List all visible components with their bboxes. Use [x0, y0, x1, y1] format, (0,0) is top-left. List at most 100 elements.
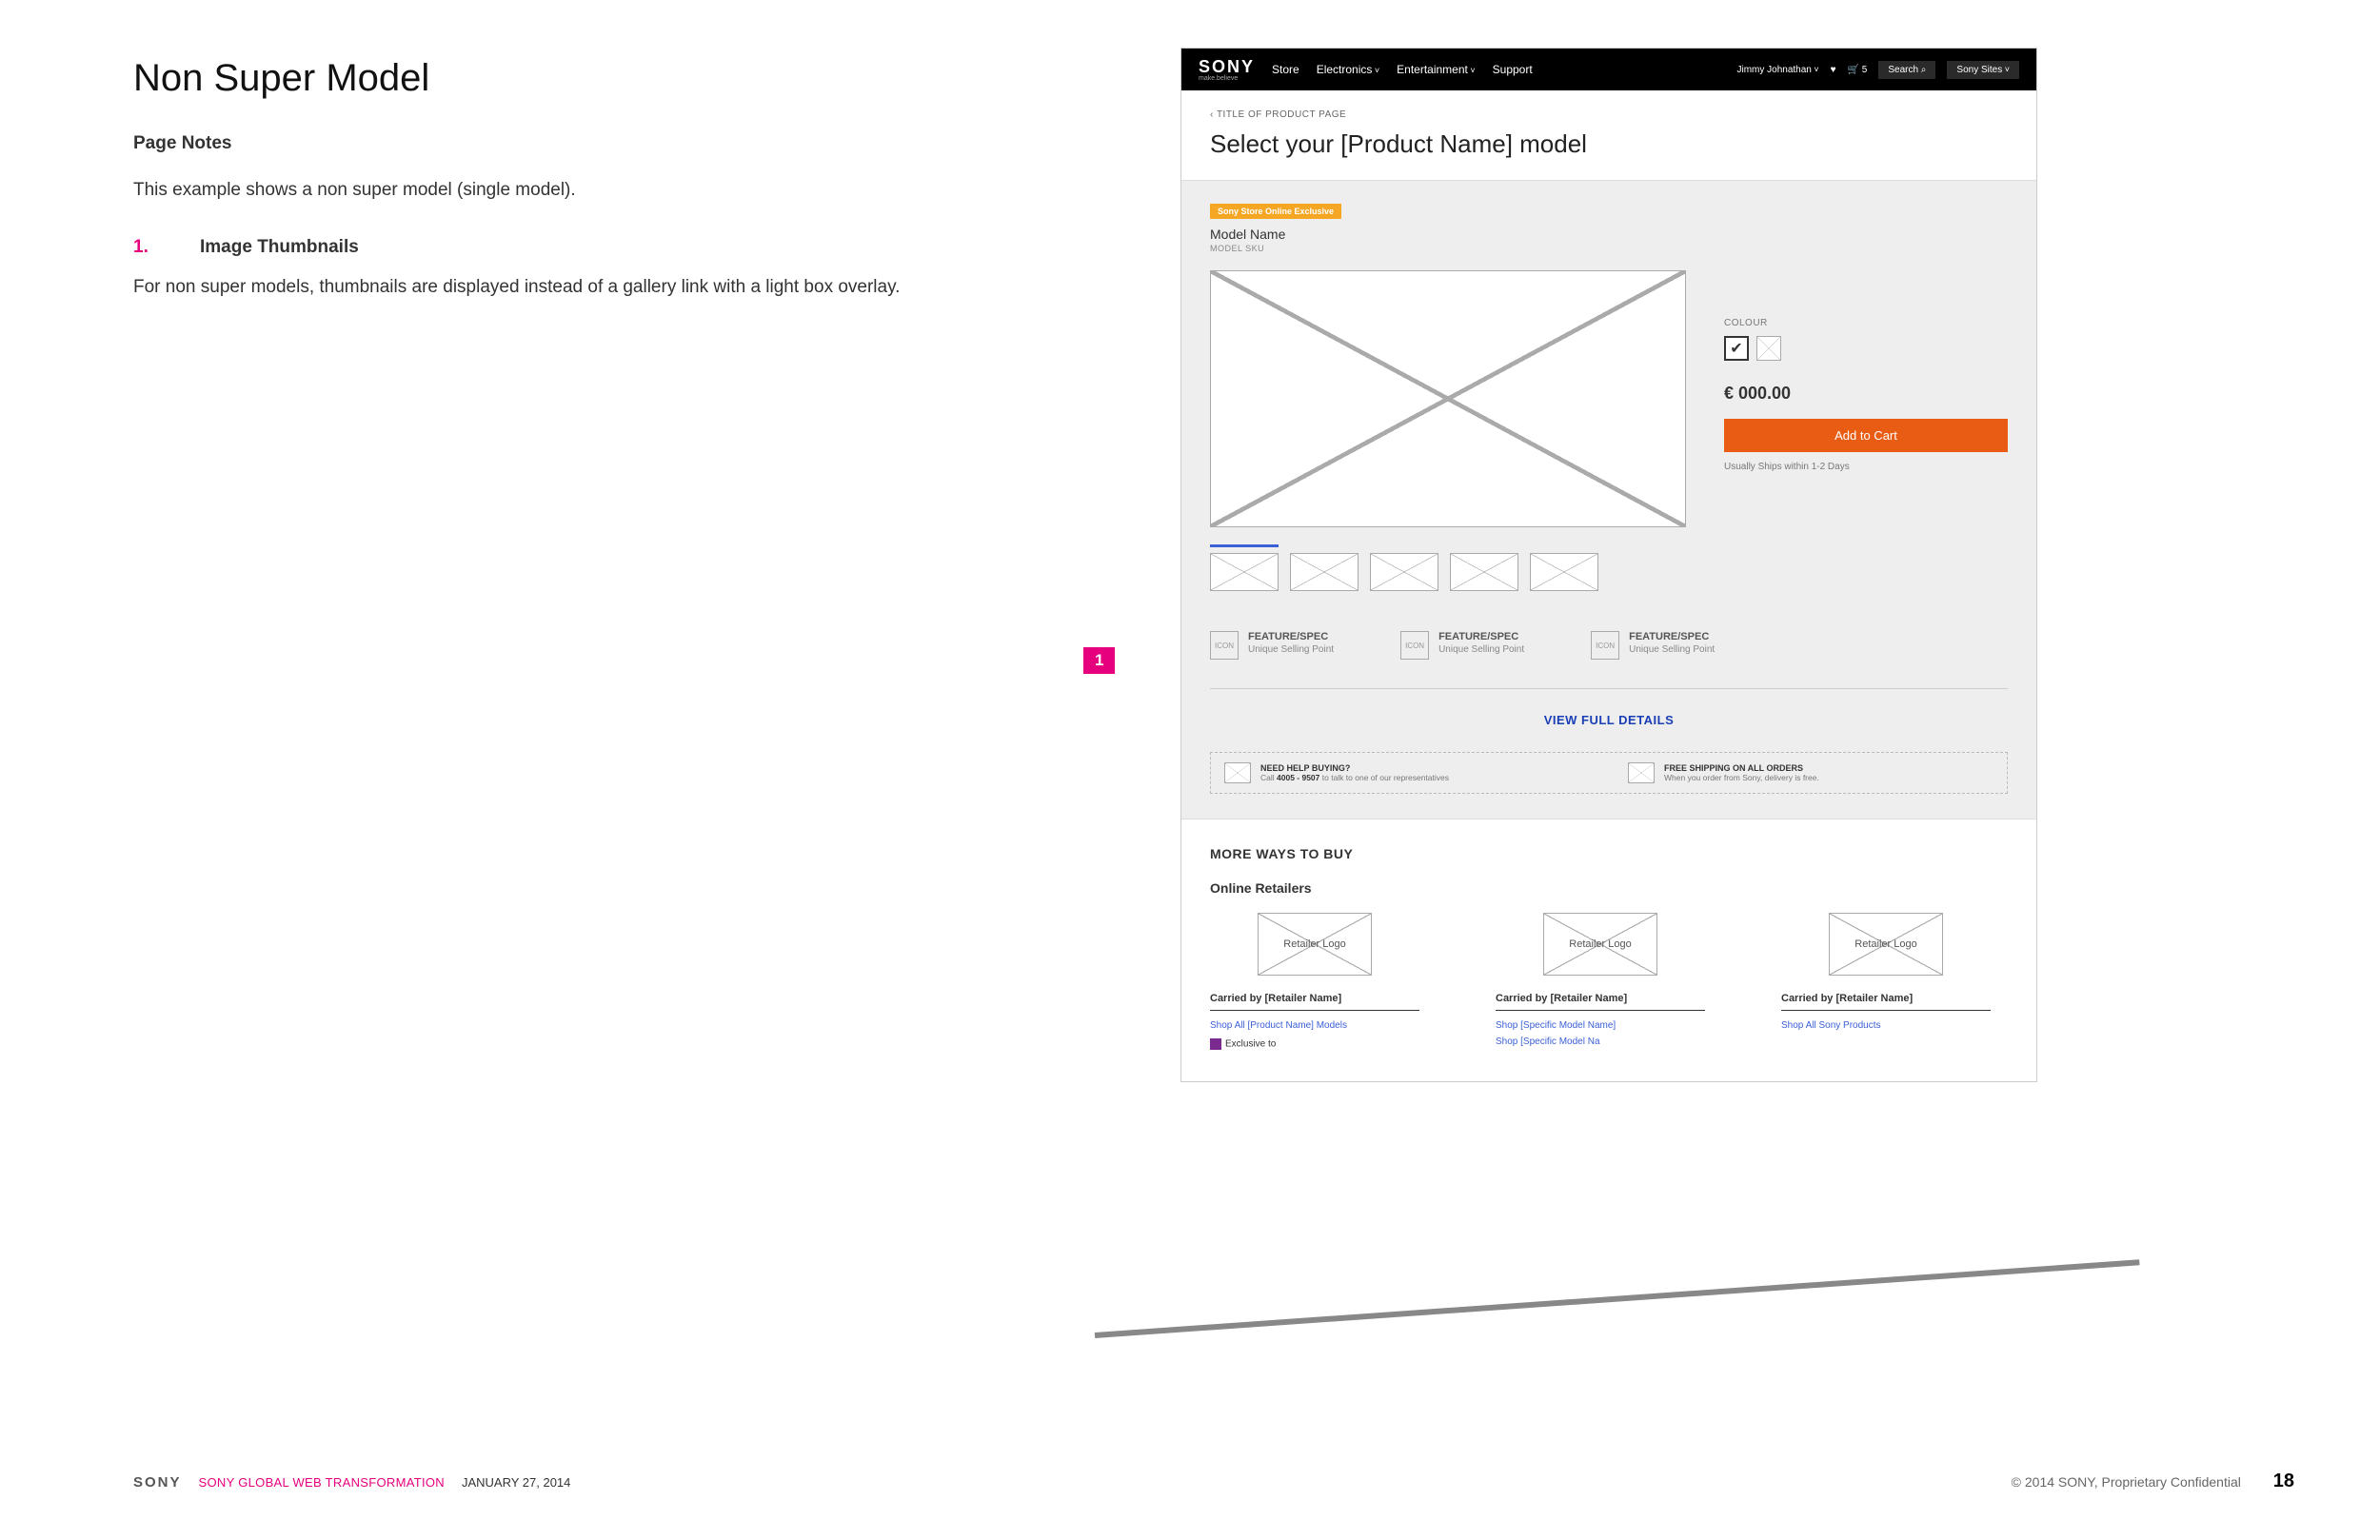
footer-right: © 2014 SONY, Proprietary Confidential 18	[2012, 1471, 2294, 1492]
note-body: For non super models, thumbnails are dis…	[133, 275, 914, 301]
notes-intro: This example shows a non super model (si…	[133, 178, 914, 204]
cart-link[interactable]: 🛒 5	[1848, 65, 1868, 75]
callout-1-badge: 1	[1083, 647, 1115, 674]
thumbnail-row	[1210, 544, 1686, 591]
site-header: SONY make.believe Store Electronics Ente…	[1181, 49, 2036, 90]
more-ways-title: MORE WAYS TO BUY	[1210, 846, 2008, 861]
notes-subtitle: Page Notes	[133, 133, 914, 154]
colour-swatches: ✔	[1724, 336, 2008, 361]
spec-title: FEATURE/SPEC	[1438, 631, 1524, 642]
view-full-details-row: VIEW FULL DETAILS	[1210, 689, 2008, 752]
nav-electronics[interactable]: Electronics	[1317, 63, 1379, 76]
gallery-column	[1210, 270, 1686, 591]
user-menu[interactable]: Jimmy Johnathan	[1736, 65, 1818, 75]
search-button[interactable]: Search	[1878, 61, 1935, 79]
footer-copyright: © 2014 SONY, Proprietary Confidential	[2012, 1474, 2241, 1490]
thumbnail-image-icon	[1530, 553, 1598, 591]
online-retailers-heading: Online Retailers	[1210, 880, 2008, 896]
check-icon: ✔	[1730, 339, 1742, 358]
footer-left: SONY SONY GLOBAL WEB TRANSFORMATION JANU…	[133, 1474, 570, 1491]
shop-all-sony-link[interactable]: Shop All Sony Products	[1781, 1020, 1991, 1031]
product-row: COLOUR ✔ € 000.00 Add to Cart Usually Sh…	[1210, 270, 2008, 591]
view-full-details-link[interactable]: VIEW FULL DETAILS	[1544, 713, 1675, 727]
feature-spec-3: ICON FEATURE/SPEC Unique Selling Point	[1591, 631, 1715, 660]
nav-store[interactable]: Store	[1272, 63, 1299, 76]
buy-column: COLOUR ✔ € 000.00 Add to Cart Usually Sh…	[1724, 270, 2008, 591]
help-shipping-sub: When you order from Sony, delivery is fr…	[1664, 773, 1819, 782]
thumbnail-image-icon	[1290, 553, 1359, 591]
more-ways-section: MORE WAYS TO BUY Online Retailers Retail…	[1181, 819, 2036, 1081]
header-utilities: Jimmy Johnathan ♥ 🛒 5 Search Sony Sites	[1736, 61, 2019, 79]
colour-label: COLOUR	[1724, 318, 2008, 328]
thumbnail-image-icon	[1370, 553, 1438, 591]
thumbnail-image-icon	[1210, 553, 1279, 591]
shop-specific-model-link[interactable]: Shop [Specific Model Name]	[1496, 1020, 1705, 1031]
retailer-logo-placeholder: Retailer Logo	[1258, 913, 1372, 976]
thumbnail-5[interactable]	[1530, 544, 1598, 591]
sony-logo: SONY	[1199, 58, 1255, 75]
shipping-placeholder-icon	[1628, 762, 1655, 783]
feature-specs-row: ICON FEATURE/SPEC Unique Selling Point I…	[1210, 631, 2008, 689]
add-to-cart-button[interactable]: Add to Cart	[1724, 419, 2008, 452]
note-label: Image Thumbnails	[200, 237, 359, 258]
colour-swatch[interactable]	[1756, 336, 1781, 361]
retailer-card-3: Retailer Logo Carried by [Retailer Name]…	[1781, 913, 1991, 1053]
note-number: 1.	[133, 237, 200, 258]
thumbnail-2[interactable]	[1290, 544, 1359, 591]
help-item-shipping: FREE SHIPPING ON ALL ORDERS When you ord…	[1628, 762, 1993, 783]
sony-sites-menu[interactable]: Sony Sites	[1947, 61, 2019, 79]
carried-by-label: Carried by [Retailer Name]	[1496, 993, 1705, 1011]
sony-tagline: make.believe	[1199, 75, 1255, 82]
footer-date: JANUARY 27, 2014	[462, 1475, 570, 1490]
logo-block[interactable]: SONY make.believe	[1199, 58, 1255, 82]
spec-icon: ICON	[1591, 631, 1619, 660]
thumbnail-4[interactable]	[1450, 544, 1518, 591]
model-name: Model Name	[1210, 227, 2008, 242]
nav-support[interactable]: Support	[1493, 63, 1533, 76]
shipping-note: Usually Ships within 1-2 Days	[1724, 462, 2008, 472]
exclusive-badge: Sony Store Online Exclusive	[1210, 204, 1341, 219]
notes-title: Non Super Model	[133, 57, 914, 100]
page-tear-line	[1095, 1259, 2140, 1338]
feature-spec-1: ICON FEATURE/SPEC Unique Selling Point	[1210, 631, 1334, 660]
carried-by-label: Carried by [Retailer Name]	[1781, 993, 1991, 1011]
retailer-logo-placeholder: Retailer Logo	[1543, 913, 1657, 976]
wireframe-mockup: SONY make.believe Store Electronics Ente…	[1180, 48, 2037, 1082]
note-item-header: 1. Image Thumbnails	[133, 237, 914, 258]
spec-title: FEATURE/SPEC	[1629, 631, 1715, 642]
page-notes-panel: Non Super Model Page Notes This example …	[133, 57, 914, 300]
shop-specific-model-link-2[interactable]: Shop [Specific Model Na	[1496, 1037, 1705, 1047]
page-title: Select your [Product Name] model	[1210, 129, 2008, 159]
page-header-region: TITLE OF PRODUCT PAGE Select your [Produ…	[1181, 90, 2036, 180]
wishlist-icon[interactable]: ♥	[1831, 65, 1836, 75]
breadcrumb[interactable]: TITLE OF PRODUCT PAGE	[1210, 109, 2008, 120]
help-shipping-title: FREE SHIPPING ON ALL ORDERS	[1664, 763, 1819, 773]
exclusive-to-label: Exclusive to	[1210, 1038, 1419, 1050]
spec-subtitle: Unique Selling Point	[1248, 644, 1334, 655]
document-footer: SONY SONY GLOBAL WEB TRANSFORMATION JANU…	[133, 1471, 2294, 1492]
price: € 000.00	[1724, 384, 2008, 404]
retailer-card-1: Retailer Logo Carried by [Retailer Name]…	[1210, 913, 1419, 1053]
help-item-phone: NEED HELP BUYING? Call 4005 - 9507 to ta…	[1224, 762, 1590, 783]
retailers-row: Retailer Logo Carried by [Retailer Name]…	[1210, 913, 2008, 1053]
spec-subtitle: Unique Selling Point	[1438, 644, 1524, 655]
footer-page-number: 18	[2273, 1471, 2294, 1491]
help-strip: NEED HELP BUYING? Call 4005 - 9507 to ta…	[1210, 752, 2008, 794]
thumbnail-image-icon	[1450, 553, 1518, 591]
footer-brand: SONY	[133, 1474, 182, 1491]
hero-image-placeholder	[1210, 270, 1686, 527]
thumbnail-3[interactable]	[1370, 544, 1438, 591]
spec-subtitle: Unique Selling Point	[1629, 644, 1715, 655]
footer-project: SONY GLOBAL WEB TRANSFORMATION	[199, 1475, 445, 1490]
thumbnail-1[interactable]	[1210, 544, 1279, 591]
feature-spec-2: ICON FEATURE/SPEC Unique Selling Point	[1400, 631, 1524, 660]
shop-all-product-link[interactable]: Shop All [Product Name] Models	[1210, 1020, 1419, 1031]
nav-entertainment[interactable]: Entertainment	[1397, 63, 1475, 76]
help-phone-title: NEED HELP BUYING?	[1260, 763, 1449, 773]
colour-swatch-selected[interactable]: ✔	[1724, 336, 1749, 361]
exclusive-square-icon	[1210, 1038, 1221, 1050]
spec-icon: ICON	[1210, 631, 1239, 660]
phone-placeholder-icon	[1224, 762, 1251, 783]
retailer-card-2: Retailer Logo Carried by [Retailer Name]…	[1496, 913, 1705, 1053]
model-sku: MODEL SKU	[1210, 244, 2008, 253]
